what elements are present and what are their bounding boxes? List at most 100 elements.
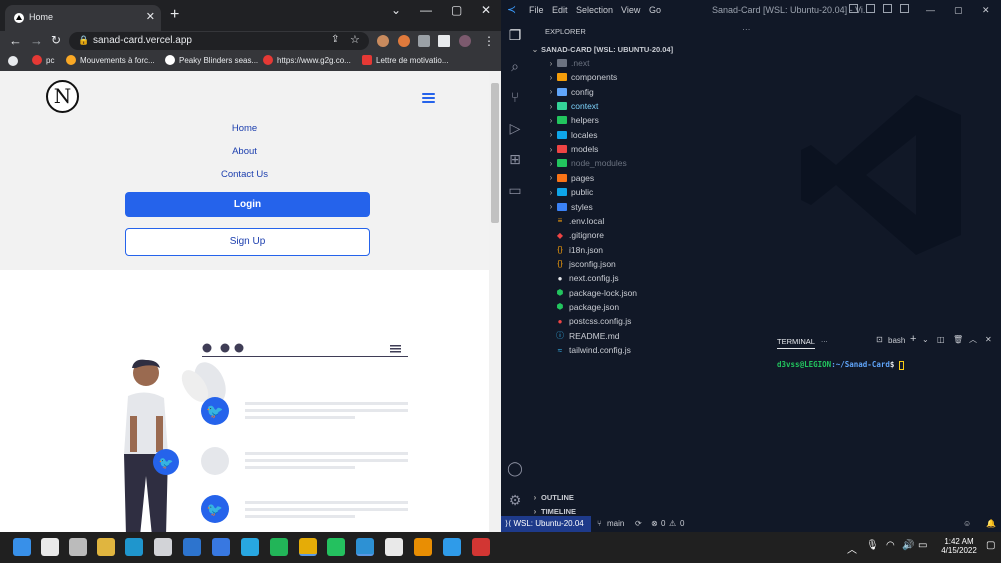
wifi-icon[interactable]: ◠ [886,540,895,551]
warnings-icon[interactable]: ⚠ [669,519,676,528]
workspace-header[interactable]: ⌄ SANAD-CARD [WSL: UBUNTU-20.04] [529,42,673,56]
layout-secondary-icon[interactable] [883,4,892,13]
outline-section[interactable]: › OUTLINE [529,490,574,504]
close-window-button[interactable]: ✕ [481,3,491,17]
extensions-puzzle-icon[interactable] [418,35,430,47]
tree-file[interactable]: ⬢ package.json [555,300,620,314]
battery-icon[interactable]: ▭ [918,540,927,551]
tree-folder[interactable]: › components [545,70,618,84]
source-control-icon[interactable]: ⑂ [507,89,523,105]
settings-gear-icon[interactable]: ⚙ [507,492,523,508]
bookmark-item[interactable]: https://www.g2g.co... [263,55,351,65]
tree-file[interactable]: ● next.config.js [555,271,619,285]
chrome-icon[interactable] [299,538,317,556]
hamburger-menu-icon[interactable] [422,93,435,103]
nav-link-about[interactable]: About [0,146,489,157]
notification-center-icon[interactable]: ▢ [986,540,995,551]
metamask-icon[interactable] [398,35,410,47]
tree-folder[interactable]: › .next [545,56,590,70]
task-view-icon[interactable] [69,538,87,556]
extension-icon[interactable] [377,35,389,47]
new-tab-button[interactable]: + [170,6,179,24]
maximize-button[interactable]: ▢ [954,5,963,16]
kill-terminal-icon[interactable]: 🗑 [953,335,963,344]
terminal-output[interactable]: d3vss@LEGION:~/Sanad-Card$ [777,360,904,370]
tree-folder[interactable]: › pages [545,171,595,185]
tree-folder[interactable]: › locales [545,128,598,142]
bookmark-item[interactable]: Peaky Blinders seas... [165,55,258,65]
back-button[interactable]: ← [9,33,22,48]
nav-link-home[interactable]: Home [0,123,489,134]
new-terminal-icon[interactable]: + [910,333,916,345]
app-icon[interactable] [385,538,403,556]
bookmark-item[interactable]: pc [32,55,54,65]
tree-folder[interactable]: › public [545,185,594,199]
share-icon[interactable]: ⇪ [331,34,339,45]
tree-file[interactable]: ≡ .env.local [555,214,605,228]
tree-folder[interactable]: › context [545,99,599,113]
search-icon[interactable]: ⌕ [507,58,523,74]
branch-name[interactable]: main [607,519,624,528]
close-panel-icon[interactable]: ✕ [985,335,992,344]
menu-file[interactable]: File [529,5,544,15]
menu-view[interactable]: View [621,5,640,15]
tray-chevron-icon[interactable]: ︿ [847,541,857,556]
whatsapp-icon[interactable] [327,538,345,556]
bookmark-item[interactable]: Lettre de motivatio... [362,55,448,65]
login-button[interactable]: Login [125,192,370,217]
sync-icon[interactable]: ⟳ [635,519,642,528]
layout-sidebar-icon[interactable] [849,4,858,13]
forward-button[interactable]: → [30,33,43,48]
clock[interactable]: 1:42 AM 4/15/2022 [940,537,978,555]
mail-icon[interactable] [183,538,201,556]
scrollbar-thumb[interactable] [491,83,499,223]
terminal-dropdown-icon[interactable]: ⌄ [922,335,929,344]
tree-folder[interactable]: › node_modules [545,156,627,170]
explorer-more-icon[interactable]: ··· [742,24,751,34]
tree-folder[interactable]: › config [545,85,594,99]
todo-icon[interactable] [212,538,230,556]
reload-button[interactable]: ↻ [51,33,61,47]
page-scrollbar[interactable] [489,71,501,532]
store-icon[interactable] [154,538,172,556]
tree-file[interactable]: {} jsconfig.json [555,257,615,271]
bookmark-item[interactable]: Mouvements à forc... [66,55,155,65]
layout-customize-icon[interactable] [900,4,909,13]
bookmark-star-icon[interactable]: ☆ [350,33,360,46]
tree-file[interactable]: ⓘ README.md [555,329,620,343]
profile-avatar[interactable] [459,35,471,47]
tree-file[interactable]: {} i18n.json [555,243,603,257]
tab-search-icon[interactable]: ⌄ [391,3,401,17]
edge-icon[interactable] [125,538,143,556]
errors-icon[interactable]: ⊗ [651,519,658,528]
menu-edit[interactable]: Edit [552,5,568,15]
microphone-icon[interactable]: 🎙 [866,540,879,551]
vscode-icon[interactable] [356,538,374,556]
split-terminal-icon[interactable]: ◫ [937,335,945,344]
menu-kebab-icon[interactable]: ⋮ [483,34,495,48]
nav-link-contact[interactable]: Contact Us [0,169,489,180]
site-logo[interactable]: N [46,80,79,113]
tree-folder[interactable]: › styles [545,200,593,214]
close-window-button[interactable]: ✕ [982,5,990,16]
notifications-bell-icon[interactable]: 🔔 [986,519,996,528]
menu-selection[interactable]: Selection [576,5,613,15]
tree-folder[interactable]: › helpers [545,113,599,127]
tree-folder[interactable]: › models [545,142,599,156]
minimize-button[interactable]: — [926,5,935,15]
browser-tab[interactable]: Home ✕ [5,5,161,31]
layout-panel-icon[interactable] [866,4,875,13]
xbox-icon[interactable] [270,538,288,556]
remote-indicator[interactable]: ⟩⟨ WSL: Ubuntu-20.04 [501,516,591,532]
account-icon[interactable]: ◯ [507,460,523,476]
volume-icon[interactable]: 🔊 [902,540,914,551]
windows-start-icon[interactable] [13,538,31,556]
maximize-panel-icon[interactable]: ︿ [969,334,977,345]
explorer-files-icon[interactable]: ❐ [507,27,523,43]
terminal-shell-label[interactable]: bash [888,336,905,345]
panel-more-icon[interactable]: ... [821,335,828,344]
photoshop-icon[interactable] [443,538,461,556]
launcher-icon[interactable] [241,538,259,556]
apps-globe-icon[interactable] [8,56,18,66]
tree-file[interactable]: ⬢ package-lock.json [555,286,638,300]
